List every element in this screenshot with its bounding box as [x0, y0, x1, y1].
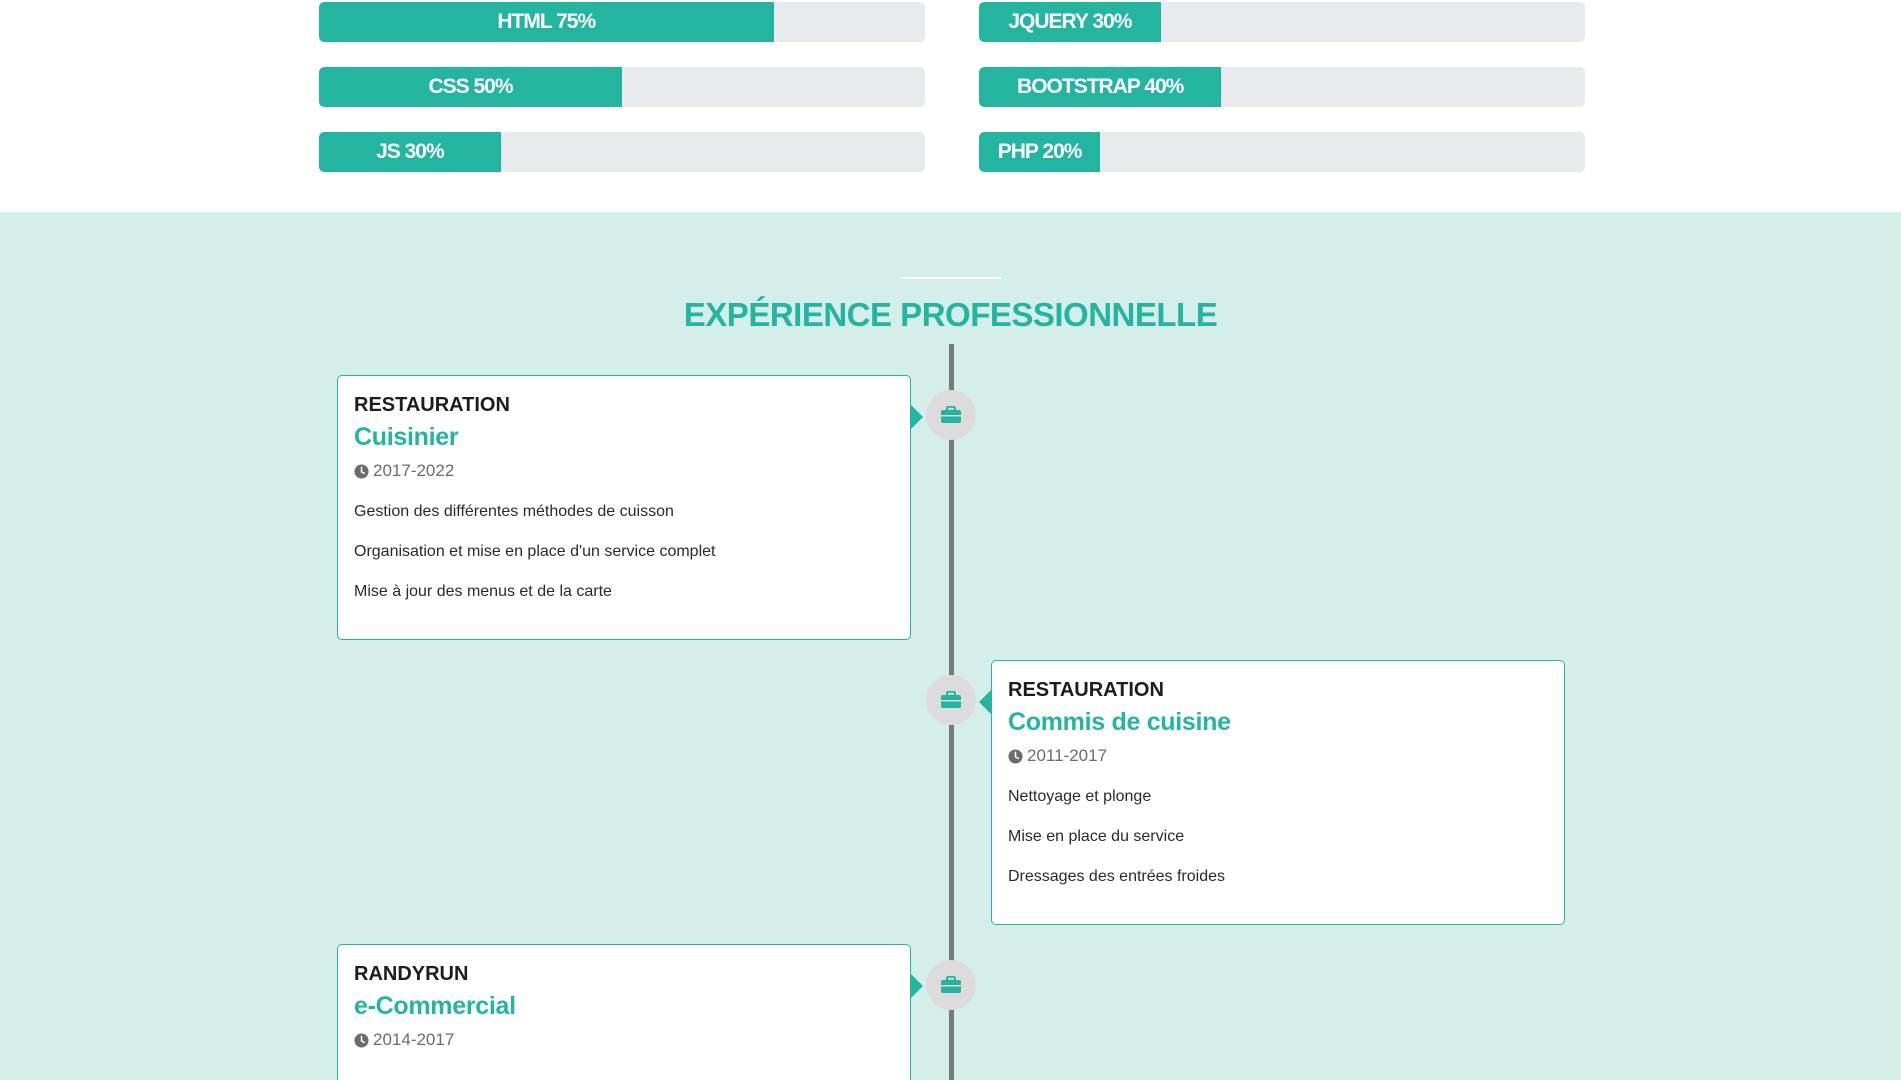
page: HTML 75% CSS 50% JS 30% JQUERY 30% BOOTS…	[0, 0, 1901, 1080]
task-item: Organisation et mise en place d'un servi…	[354, 543, 716, 560]
job-title: e-Commercial	[354, 992, 516, 1020]
skill-label: HTML 75%	[497, 10, 596, 33]
company-name: RESTAURATION	[354, 394, 510, 416]
task-item: Mise à jour des menus et de la carte	[354, 583, 612, 600]
skill-bar-fill: JQUERY 30%	[979, 2, 1161, 42]
clock-icon	[354, 463, 369, 479]
experience-section: EXPÉRIENCE PROFESSIONNELLE RESTAURATION …	[0, 212, 1901, 1080]
skill-label: BOOTSTRAP 40%	[1017, 75, 1184, 98]
title-divider	[901, 277, 1001, 279]
company-name: RESTAURATION	[1008, 679, 1164, 701]
skill-bar-bootstrap: BOOTSTRAP 40%	[979, 67, 1585, 107]
skill-label: JS 30%	[376, 140, 445, 163]
job-period-text: 2011-2017	[1027, 746, 1108, 765]
skill-bar-fill: HTML 75%	[319, 2, 774, 42]
skill-bar-css: CSS 50%	[319, 67, 925, 107]
skill-bar-fill: PHP 20%	[979, 132, 1101, 172]
job-period: 2014-2017	[354, 1030, 894, 1050]
skill-bar-jquery: JQUERY 30%	[979, 2, 1585, 42]
skill-bar-php: PHP 20%	[979, 132, 1585, 172]
job-period: 2011-2017	[1008, 746, 1548, 766]
skill-bar-html: HTML 75%	[319, 2, 925, 42]
skill-label: PHP 20%	[997, 140, 1083, 163]
skill-bar-fill: CSS 50%	[319, 67, 622, 107]
skills-section: HTML 75% CSS 50% JS 30% JQUERY 30% BOOTS…	[0, 0, 1901, 212]
clock-icon	[1008, 748, 1023, 764]
briefcase-icon	[926, 390, 976, 440]
task-item: Mise en place du service	[1008, 828, 1185, 845]
job-period: 2017-2022	[354, 461, 894, 481]
task-item: Gestion des différentes méthodes de cuis…	[354, 503, 674, 520]
experience-card: RESTAURATION Commis de cuisine 2011-2017…	[979, 660, 1565, 925]
company-name: RANDYRUN	[354, 963, 469, 985]
clock-icon	[354, 1032, 369, 1048]
skill-label: CSS 50%	[428, 75, 513, 98]
job-title: Cuisinier	[354, 423, 459, 451]
task-list: Gestion des différentes méthodes de cuis…	[354, 503, 894, 601]
job-period-text: 2014-2017	[373, 1030, 455, 1049]
skill-bar-fill: JS 30%	[319, 132, 501, 172]
skill-bar-js: JS 30%	[319, 132, 925, 172]
task-item: Nettoyage et plonge	[1008, 788, 1152, 805]
skill-label: JQUERY 30%	[1008, 10, 1132, 33]
job-period-text: 2017-2022	[373, 461, 455, 480]
task-list: Nettoyage et plonge Mise en place du ser…	[1008, 788, 1548, 886]
skill-bar-fill: BOOTSTRAP 40%	[979, 67, 1222, 107]
experience-card: RANDYRUN e-Commercial 2014-2017	[337, 944, 923, 1080]
experience-card: RESTAURATION Cuisinier 2017-2022 Gestion…	[337, 375, 923, 640]
job-title: Commis de cuisine	[1008, 708, 1231, 736]
section-title: EXPÉRIENCE PROFESSIONNELLE	[683, 296, 1218, 333]
briefcase-icon	[926, 960, 976, 1010]
briefcase-icon	[926, 675, 976, 725]
task-item: Dressages des entrées froides	[1008, 868, 1225, 885]
